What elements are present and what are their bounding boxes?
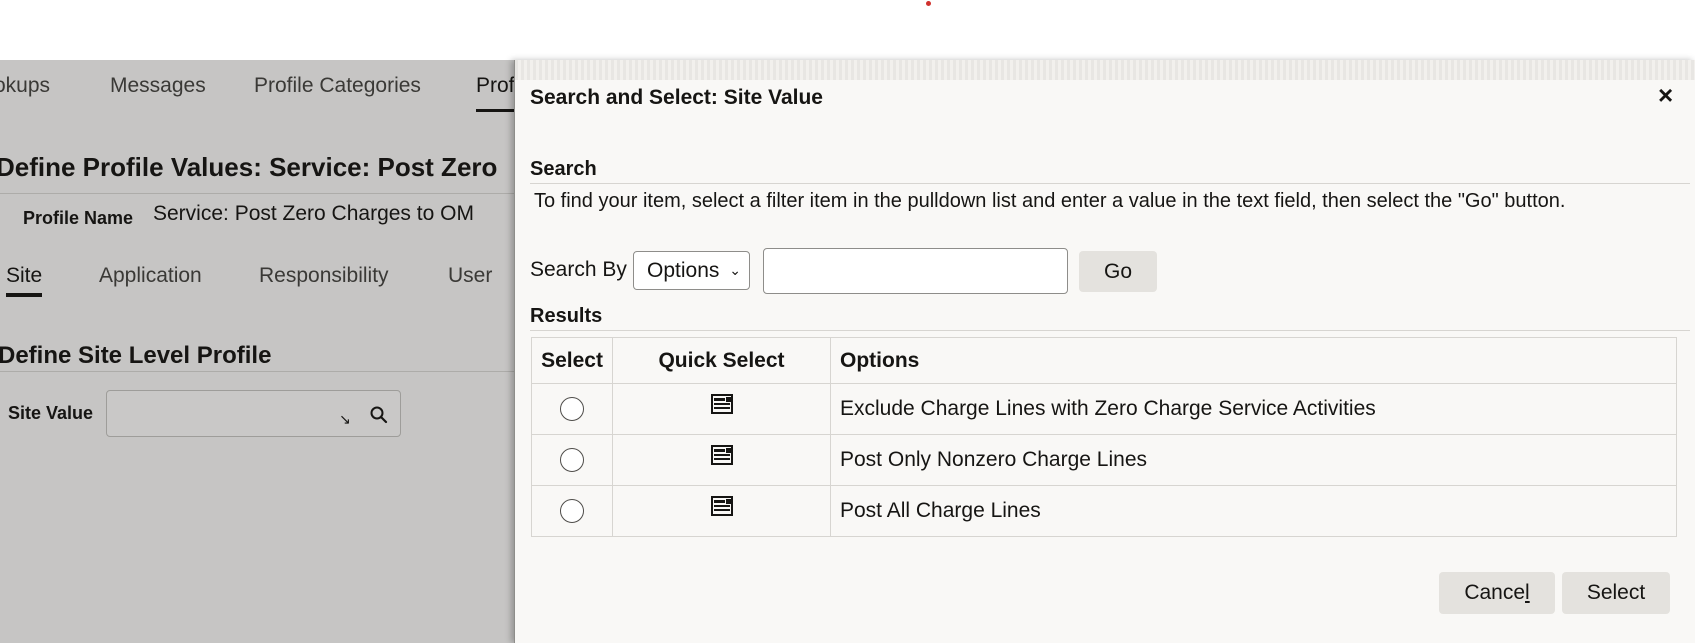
search-select-dialog: Search and Select: Site Value × Search T… [514,60,1695,643]
page-title: Define Profile Values: Service: Post Zer… [0,152,498,182]
search-by-label: Search By [530,258,627,281]
divider [530,183,1690,184]
search-icon[interactable] [369,405,389,425]
row-option-cell: Post Only Nonzero Charge Lines [830,434,1677,486]
row-radio[interactable] [560,448,584,473]
row-radio[interactable] [560,397,584,422]
go-button[interactable]: Go [1079,251,1157,292]
search-by-select[interactable]: Options ⌄ [633,251,750,290]
row-option-cell: Exclude Charge Lines with Zero Charge Se… [830,383,1677,435]
quick-select-icon[interactable] [710,445,733,466]
profile-name-label: Profile Name [23,208,134,228]
row-quick-select-cell [612,485,831,537]
dialog-header-band [515,60,1695,80]
resize-arrow-icon: ↘ [339,411,351,427]
tab-messages[interactable]: Messages [110,74,206,98]
row-select-cell [531,383,613,435]
background-page: okups Messages Profile Categories Prof D… [0,60,514,643]
cancel-access-key: l [1525,581,1530,604]
search-by-selected: Options [647,259,720,282]
section-title: Define Site Level Profile [0,342,272,369]
search-input[interactable] [763,248,1068,294]
tab-lookups[interactable]: okups [0,74,50,98]
tab-profiles[interactable]: Prof [476,74,514,112]
tab-responsibility[interactable]: Responsibility [259,264,389,288]
top-bar [0,0,1695,60]
dialog-title: Search and Select: Site Value [530,86,823,109]
row-select-cell [531,485,613,537]
divider [530,330,1690,331]
divider [0,193,514,194]
cancel-button[interactable]: Cancel [1439,572,1555,614]
profile-name-value: Service: Post Zero Charges to OM [153,202,474,225]
column-header-options: Options [830,337,1677,384]
indicator-dot [926,1,931,6]
row-radio[interactable] [560,499,584,524]
table-row[interactable]: Post All Charge Lines [531,485,1677,537]
row-option-cell: Post All Charge Lines [830,485,1677,537]
table-row[interactable]: Post Only Nonzero Charge Lines [531,434,1677,486]
chevron-down-icon: ⌄ [729,262,741,278]
row-quick-select-cell [612,383,831,435]
column-header-quick-select: Quick Select [612,337,831,384]
cancel-label: Cance [1464,581,1526,604]
quick-select-icon[interactable] [710,394,733,415]
search-section-title: Search [530,158,597,180]
row-select-cell [531,434,613,486]
tab-site[interactable]: Site [6,264,43,297]
results-section-title: Results [530,305,603,327]
column-header-select: Select [531,337,613,384]
divider [0,371,514,372]
close-icon[interactable]: × [1658,82,1673,108]
tab-user[interactable]: User [448,264,492,288]
site-value-input[interactable]: ↘ [106,390,401,437]
site-value-label: Site Value [8,403,94,423]
results-table: Select Quick Select Options Exclude Char… [531,337,1677,537]
table-header-row: Select Quick Select Options [531,337,1677,384]
row-quick-select-cell [612,434,831,486]
search-instructions: To find your item, select a filter item … [534,190,1566,212]
tab-application[interactable]: Application [99,264,202,288]
quick-select-icon[interactable] [710,496,733,517]
tab-profile-categories[interactable]: Profile Categories [254,74,421,98]
select-button[interactable]: Select [1562,572,1670,614]
table-row[interactable]: Exclude Charge Lines with Zero Charge Se… [531,383,1677,435]
